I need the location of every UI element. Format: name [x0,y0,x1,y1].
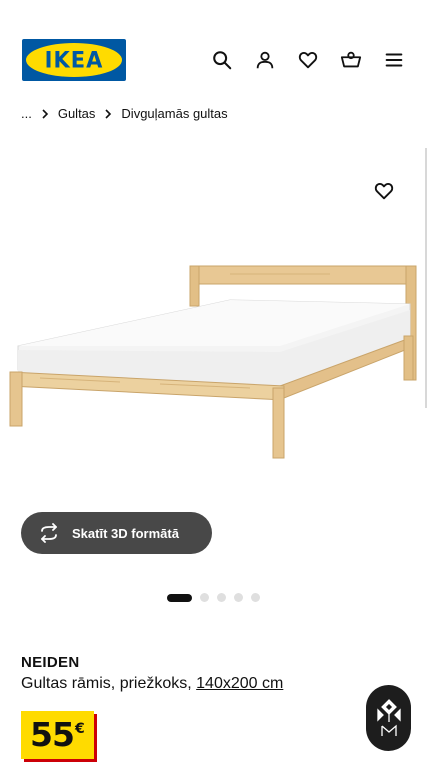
breadcrumb: ... Gultas Divguļamās gultas [21,106,228,121]
site-header: IKEA [0,0,427,100]
product-name: NEIDEN [21,654,80,671]
ikea-logo[interactable]: IKEA [22,39,126,81]
carousel-dot-5[interactable] [251,593,260,602]
logo-text: IKEA [44,47,104,73]
chevron-right-icon [104,108,112,119]
price-integer: 55 [30,715,75,754]
logo-oval: IKEA [26,43,122,77]
price-tag: 55 € [21,711,94,759]
product-description: Gultas rāmis, priežkoks, 140x200 cm [21,675,283,693]
breadcrumb-gultas[interactable]: Gultas [58,106,96,121]
header-actions [209,47,407,73]
search-icon[interactable] [209,47,235,73]
carousel-dot-1[interactable] [167,593,192,602]
product-size-link[interactable]: 140x200 cm [196,675,283,692]
chevron-right-icon [41,108,49,119]
rotate-3d-icon [41,523,57,543]
ornament-badge-icon [376,699,401,736]
carousel-dot-2[interactable] [200,593,209,602]
heart-icon[interactable] [295,47,321,73]
breadcrumb-ellipsis[interactable]: ... [21,106,32,121]
carousel-dot-3[interactable] [217,593,226,602]
cart-icon[interactable] [338,47,364,73]
floating-assistant-button[interactable] [366,685,411,751]
menu-icon[interactable] [381,47,407,73]
product-description-text: Gultas rāmis, priežkoks, [21,675,197,692]
add-to-favourites-heart-icon[interactable] [373,180,397,204]
user-icon[interactable] [252,47,278,73]
view-3d-button[interactable]: Skatīt 3D formātā [21,512,212,554]
price-currency: € [74,721,85,737]
carousel-dot-4[interactable] [234,593,243,602]
view-3d-label: Skatīt 3D formātā [72,525,179,541]
breadcrumb-divgulamas-gultas[interactable]: Divguļamās gultas [121,106,227,121]
image-carousel-dots [167,593,260,602]
